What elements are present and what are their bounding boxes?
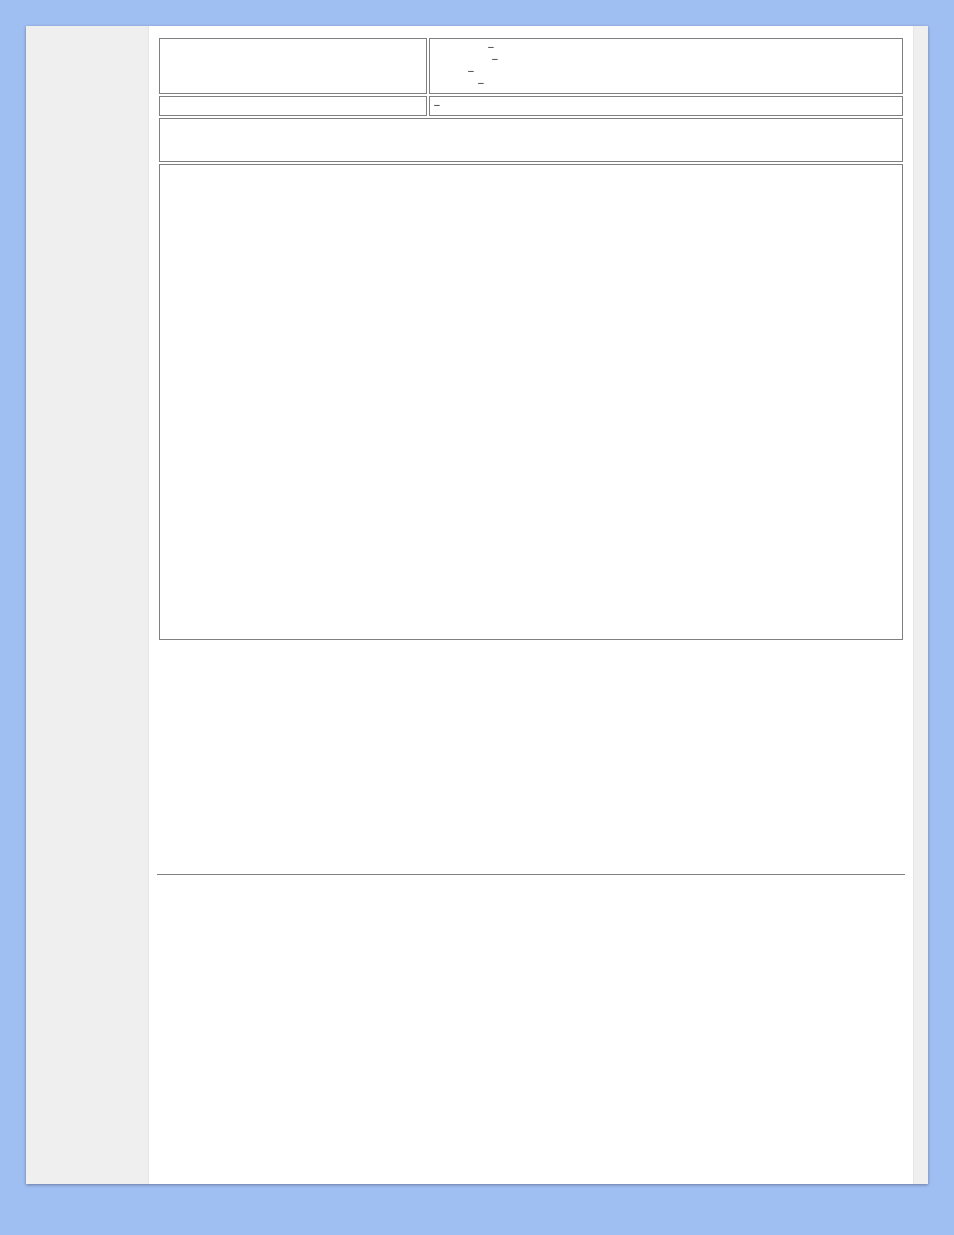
page-frame: – – – – – — [26, 26, 928, 1184]
dash-text: – — [434, 78, 898, 90]
cell-left — [159, 38, 427, 94]
content-area: – – – – – — [149, 26, 913, 1184]
dash-text: – — [434, 66, 898, 78]
band-cell — [159, 118, 903, 162]
cell-left — [159, 96, 427, 116]
section-divider — [157, 874, 905, 875]
table-row — [159, 118, 903, 162]
left-sidebar — [26, 26, 149, 1184]
figure-cell — [159, 164, 903, 640]
table-row: – – – – — [159, 38, 903, 94]
dash-text: – — [434, 54, 898, 66]
cell-right: – – – – — [429, 38, 903, 94]
dash-text: – — [434, 100, 440, 111]
cell-right: – — [429, 96, 903, 116]
table-row — [159, 164, 903, 640]
data-table: – – – – – — [157, 36, 905, 642]
dash-text: – — [434, 42, 898, 54]
table-row: – — [159, 96, 903, 116]
scrollbar-gutter[interactable] — [913, 26, 928, 1184]
